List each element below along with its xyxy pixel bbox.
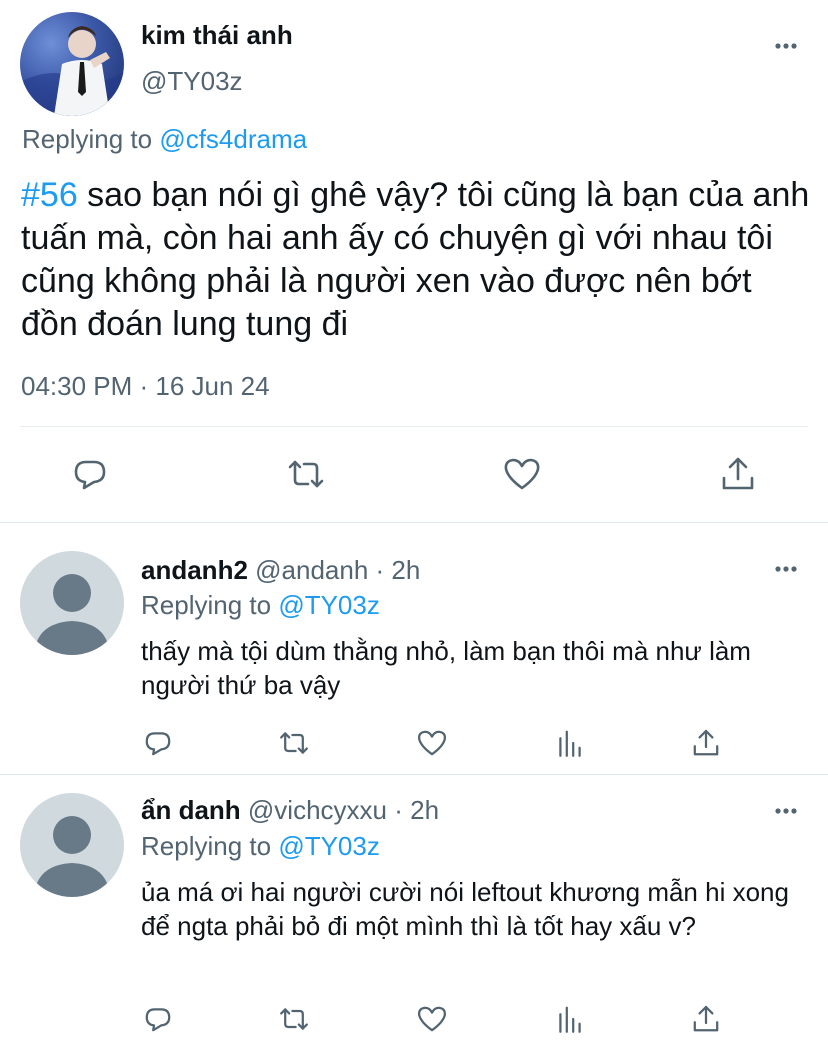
like-icon[interactable] (414, 725, 450, 761)
reply-tweet: ẩn danh @vichcyxxu · 2h Replying to @TY0… (0, 775, 828, 1050)
reply-time[interactable]: · 2h (376, 555, 421, 585)
share-icon[interactable] (688, 1001, 724, 1037)
author-avatar[interactable] (20, 12, 124, 116)
like-icon[interactable] (414, 1001, 450, 1037)
more-options-icon[interactable] (770, 795, 802, 827)
replying-to: Replying to @TY03z (141, 831, 380, 862)
retweet-icon[interactable] (284, 452, 328, 496)
reply-icon[interactable] (140, 725, 176, 761)
divider (20, 426, 808, 427)
reply-tweet: andanh2 @andanh · 2h Replying to @TY03z … (0, 523, 828, 774)
replying-to: Replying to @TY03z (141, 590, 380, 621)
more-options-icon[interactable] (770, 30, 802, 62)
reply-author-name[interactable]: andanh2 (141, 555, 248, 585)
like-icon[interactable] (500, 452, 544, 496)
replying-to-link[interactable]: @TY03z (278, 831, 380, 861)
default-avatar-icon[interactable] (20, 793, 124, 897)
author-handle[interactable]: @TY03z (141, 66, 243, 97)
replying-prefix: Replying to (22, 124, 153, 154)
tweet-timestamp[interactable]: 04:30 PM · 16 Jun 24 (21, 371, 270, 402)
reply-text: ủa má ơi hai người cười nói leftout khươ… (141, 877, 789, 941)
tweet-body: sao bạn nói gì ghê vậy? tôi cũng là bạn … (21, 176, 810, 343)
more-options-icon[interactable] (770, 553, 802, 585)
reply-author-handle[interactable]: @vichcyxxu (248, 795, 387, 825)
tweet-actions (0, 448, 828, 500)
replying-to-link[interactable]: @TY03z (278, 590, 380, 620)
reply-text: thấy mà tội dùm thằng nhỏ, làm bạn thôi … (141, 636, 751, 700)
default-avatar-icon[interactable] (20, 551, 124, 655)
analytics-icon[interactable] (552, 725, 588, 761)
hashtag-link[interactable]: #56 (21, 176, 78, 214)
retweet-icon[interactable] (276, 725, 312, 761)
share-icon[interactable] (716, 452, 760, 496)
tweet-text: #56 sao bạn nói gì ghê vậy? tôi cũng là … (21, 174, 811, 346)
replying-prefix: Replying to (141, 590, 272, 620)
reply-author-handle[interactable]: @andanh (255, 555, 368, 585)
retweet-icon[interactable] (276, 1001, 312, 1037)
avatar-photo-image (20, 26, 124, 116)
share-icon[interactable] (688, 725, 724, 761)
replying-prefix: Replying to (141, 831, 272, 861)
reply-time[interactable]: · 2h (394, 795, 439, 825)
replying-to: Replying to @cfs4drama (22, 124, 307, 155)
analytics-icon[interactable] (552, 1001, 588, 1037)
reply-header: ẩn danh @vichcyxxu · 2h (141, 795, 439, 826)
reply-header: andanh2 @andanh · 2h (141, 555, 420, 586)
reply-icon[interactable] (68, 452, 112, 496)
author-name[interactable]: kim thái anh (141, 20, 293, 51)
reply-author-name[interactable]: ẩn danh (141, 795, 241, 825)
main-tweet: kim thái anh @TY03z Replying to @cfs4dra… (0, 0, 828, 522)
replying-to-link[interactable]: @cfs4drama (159, 124, 307, 154)
reply-icon[interactable] (140, 1001, 176, 1037)
